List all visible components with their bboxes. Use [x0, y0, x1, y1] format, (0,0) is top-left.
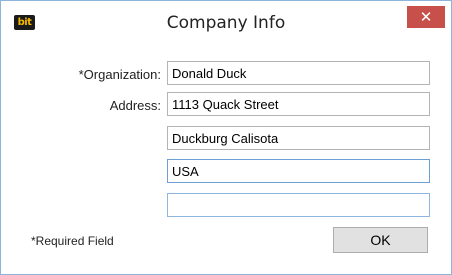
organization-label: *Organization:	[78, 67, 161, 82]
address-line1-field[interactable]	[167, 92, 430, 116]
close-button[interactable]: ✕	[407, 6, 445, 28]
close-icon: ✕	[419, 8, 433, 26]
dialog-body: *Organization: Address: *Required Field …	[11, 45, 441, 267]
title-bar[interactable]: bit Company Info ✕	[1, 1, 451, 45]
required-field-note: *Required Field	[31, 234, 114, 248]
address-label: Address:	[109, 98, 161, 113]
organization-field[interactable]	[167, 61, 430, 85]
ok-button[interactable]: OK	[333, 227, 428, 253]
address-line2-field[interactable]	[167, 126, 430, 150]
company-info-dialog: bit Company Info ✕ *Organization: Addres…	[0, 0, 452, 275]
dialog-title: Company Info	[166, 13, 286, 33]
address-line4-field[interactable]	[167, 193, 430, 217]
address-line3-field[interactable]	[167, 159, 430, 183]
